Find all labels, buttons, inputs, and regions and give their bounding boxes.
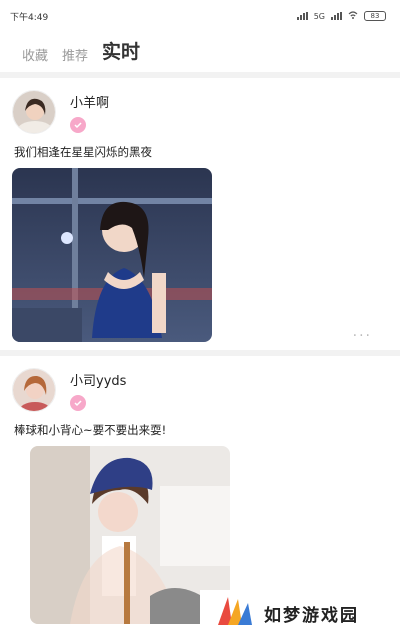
username[interactable]: 小司yyds <box>70 370 126 389</box>
watermark-text: 如梦游戏园 <box>264 605 359 626</box>
tab-bar: 收藏 推荐 实时 <box>0 32 400 72</box>
battery-icon: 83 <box>364 11 386 21</box>
signal-icon <box>296 12 308 20</box>
status-icons: 5G 83 <box>296 11 386 21</box>
tab-favorites[interactable]: 收藏 <box>22 45 48 64</box>
watermark-logo-icon <box>216 595 254 631</box>
post-header: 小羊啊 <box>12 90 388 136</box>
signal-icon-2 <box>331 12 342 20</box>
level-badge-icon <box>70 117 86 133</box>
username[interactable]: 小羊啊 <box>70 92 109 111</box>
post-photo[interactable] <box>12 168 212 342</box>
watermark: 如梦游戏园 <box>200 590 400 636</box>
post-header: 小司yyds <box>12 368 388 414</box>
tab-recommend[interactable]: 推荐 <box>62 45 88 64</box>
user-avatar[interactable] <box>12 90 56 134</box>
status-time: 下午4:49 <box>10 12 49 23</box>
feed-post: 小羊啊 我们相逢在星星闪烁的黑夜 ... <box>0 78 400 350</box>
post-text: 我们相逢在星星闪烁的黑夜 <box>14 145 152 159</box>
level-badge-icon <box>70 395 86 411</box>
tab-realtime[interactable]: 实时 <box>102 37 141 64</box>
network-label: 5G <box>313 11 325 21</box>
user-avatar[interactable] <box>12 368 56 412</box>
status-bar: 下午4:49 5G 83 <box>0 0 400 32</box>
wifi-icon <box>348 11 358 21</box>
post-text: 棒球和小背心~要不要出来耍! <box>14 423 167 437</box>
more-options-icon[interactable]: ... <box>353 324 372 340</box>
